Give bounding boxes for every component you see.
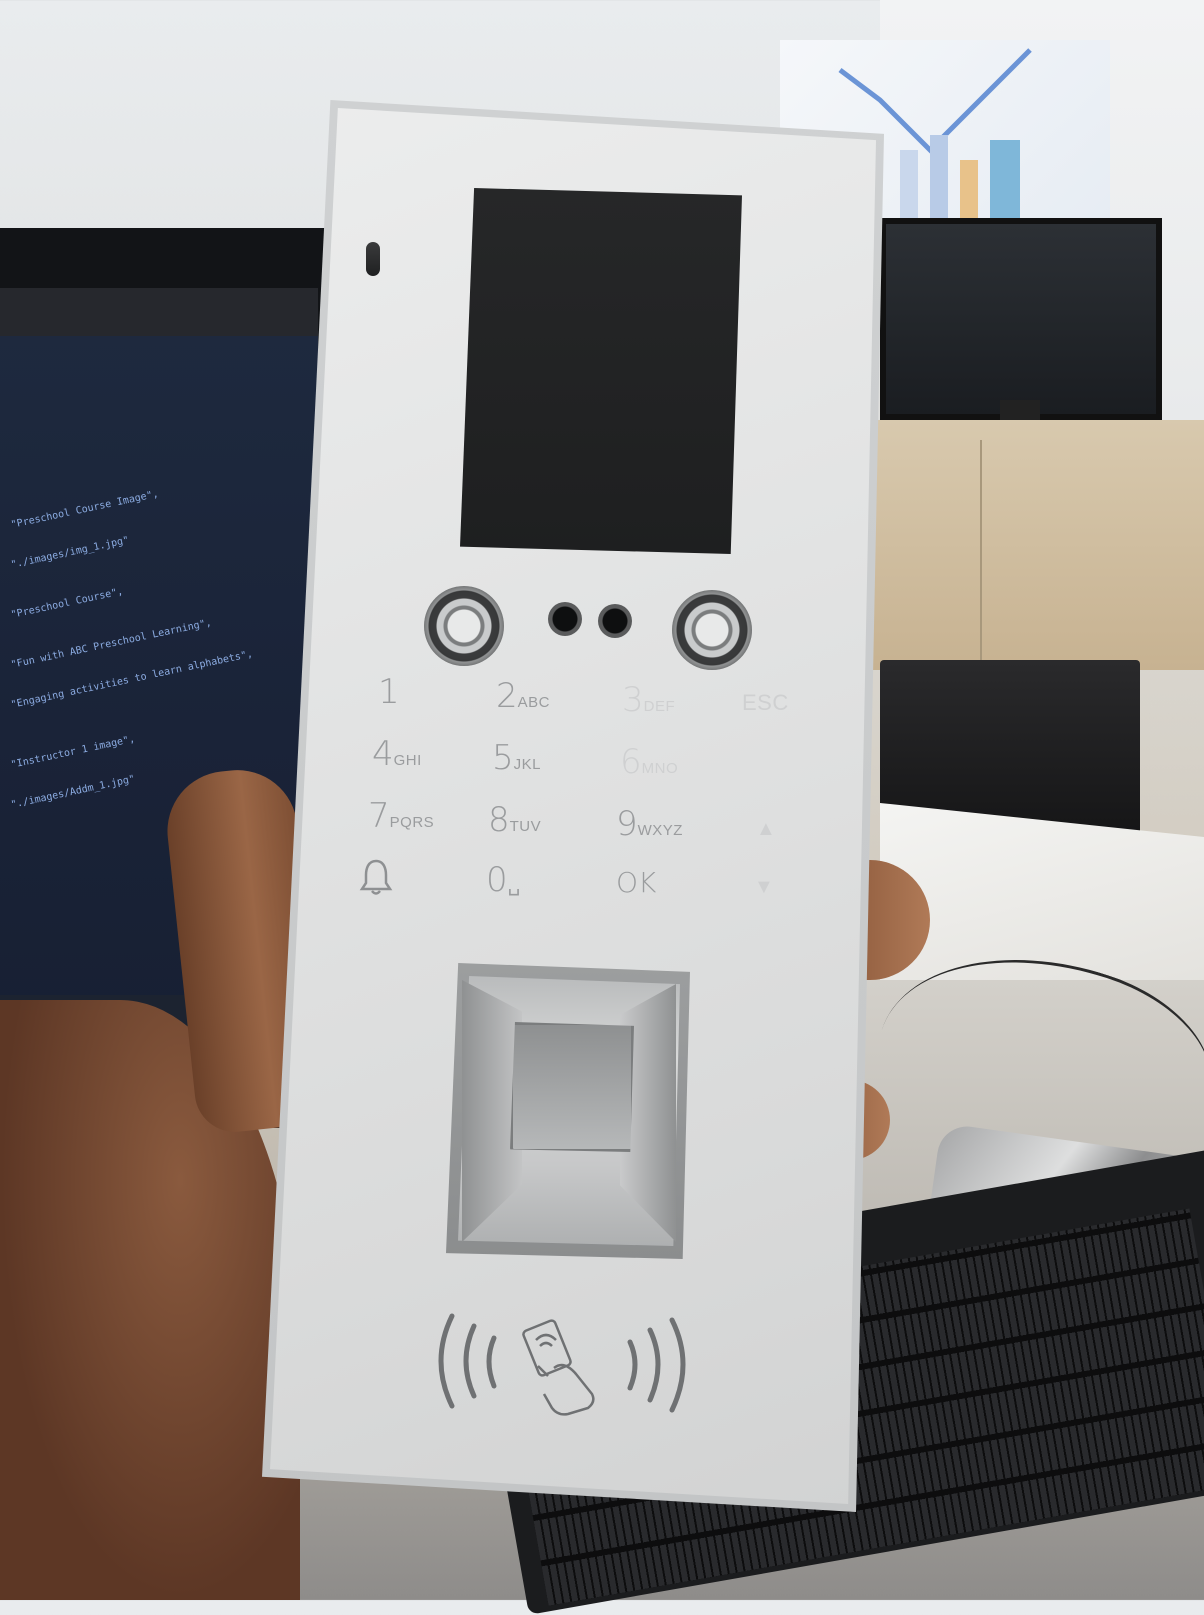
key-up[interactable]: ▲ [756,818,776,841]
key-2[interactable]: 2ABC [496,676,550,716]
key-4[interactable]: 4GHI [372,734,422,774]
key-esc[interactable]: ESC [742,690,789,716]
camera-lens-left [424,586,504,666]
key-0[interactable]: 0␣ [486,860,521,900]
key-5[interactable]: 5JKL [492,738,541,778]
status-led [366,242,380,276]
ir-sensor-left [548,602,582,636]
key-down[interactable]: ▼ [754,876,774,899]
cabinet-seam [980,440,982,680]
key-8[interactable]: 8TUV [488,800,541,840]
fingerprint-sensor[interactable] [510,1022,634,1152]
key-7[interactable]: 7PQRS [368,796,434,836]
bell-icon[interactable] [358,857,394,897]
key-1[interactable]: 1 [378,672,400,712]
wooden-cabinet [870,420,1204,670]
key-ok[interactable]: OK [616,866,656,899]
camera-lens-right [672,590,752,670]
background-monitor [880,218,1162,420]
editor-tabbar [0,288,318,336]
device-display [460,188,742,554]
key-9[interactable]: 9WXYZ [616,804,683,844]
key-3[interactable]: 3DEF [622,680,675,720]
ir-sensor-right [598,604,632,638]
rfid-graphic [438,1313,686,1416]
key-6[interactable]: 6MNO [620,742,678,782]
bell-icon-graphic [359,859,393,895]
contactless-card-icon[interactable] [430,1306,694,1416]
